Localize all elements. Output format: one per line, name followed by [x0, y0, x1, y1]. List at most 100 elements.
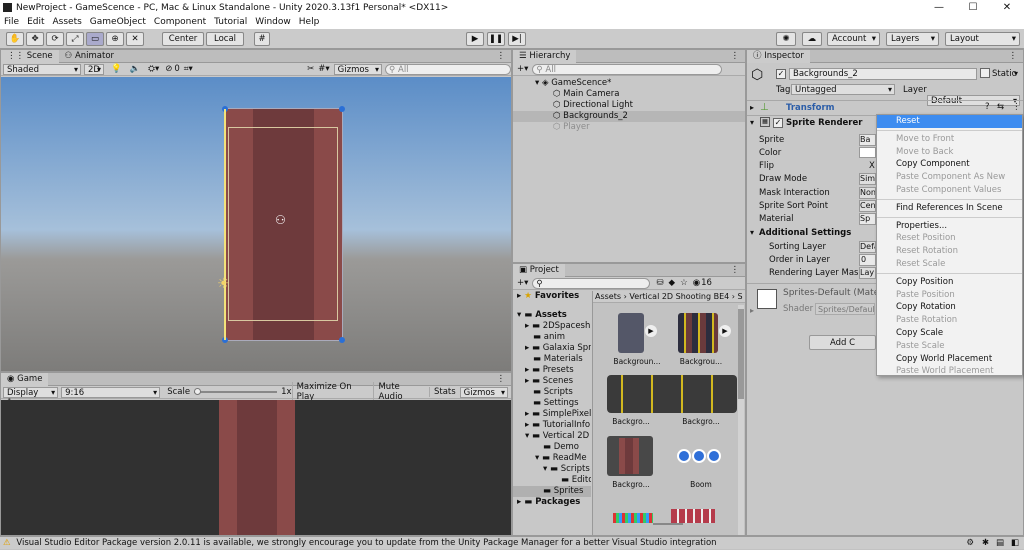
maximize-button[interactable]: ☐ — [956, 0, 990, 15]
expand-arrow-icon[interactable]: ▸ — [525, 376, 532, 386]
mask-interaction-dropdown[interactable]: Non — [859, 187, 876, 199]
menu-help[interactable]: Help — [295, 17, 324, 27]
folder-item[interactable]: ▾ ▬ Scripts — [513, 464, 591, 475]
filter-type-icon[interactable]: ⛁ — [656, 278, 663, 288]
additional-settings-header[interactable]: Additional Settings — [759, 228, 851, 238]
folder-item[interactable]: ▸ ▬ Presets — [513, 365, 591, 376]
pause-button[interactable]: ❚❚ — [487, 32, 505, 46]
lighting-icon[interactable]: 💡 — [111, 64, 122, 74]
game-gizmos-dropdown[interactable]: Gizmos — [459, 386, 508, 398]
audio-icon[interactable]: 🔈 — [130, 64, 141, 74]
close-button[interactable]: ✕ — [990, 0, 1024, 15]
asset-thumbnail-strip[interactable] — [607, 375, 737, 413]
menu-item-paste-scale[interactable]: Paste Scale — [877, 340, 1022, 353]
scene-root-item[interactable]: ▾ ◈ GameScence* — [513, 78, 745, 89]
breadcrumb-item[interactable]: Assets — [595, 292, 621, 301]
layers-dropdown[interactable]: Layers ▾ — [886, 32, 939, 46]
display-dropdown[interactable]: Display 1 — [3, 386, 59, 408]
hand-tool-icon[interactable]: ✋ — [6, 32, 24, 46]
minimize-button[interactable]: — — [922, 0, 956, 15]
object-name-field[interactable]: Backgrounds_2 — [789, 68, 977, 80]
asset-thumbnail[interactable] — [671, 509, 715, 523]
tab-game[interactable]: ◉ Game — [1, 372, 49, 386]
aspect-dropdown[interactable]: 9:16 — [61, 386, 161, 398]
folder-item[interactable]: ▬ Edito — [513, 475, 591, 486]
menu-item-paste-component-values[interactable]: Paste Component Values — [877, 184, 1022, 197]
menu-item-copy-rotation[interactable]: Copy Rotation — [877, 301, 1022, 314]
menu-item-reset-position[interactable]: Reset Position — [877, 232, 1022, 245]
menu-item-reset-scale[interactable]: Reset Scale — [877, 258, 1022, 271]
menu-item-properties[interactable]: Properties... — [877, 220, 1022, 233]
expand-arrow-icon[interactable]: ▾ — [525, 431, 532, 441]
asset-thumbnail[interactable] — [613, 513, 653, 523]
tag-dropdown[interactable]: Untagged — [791, 84, 895, 95]
expand-arrow-icon[interactable]: ▸ — [525, 343, 532, 353]
grid-snap-icon[interactable]: # — [254, 32, 270, 46]
cache-icon[interactable]: ▤ — [996, 537, 1004, 550]
menu-item-paste-position[interactable]: Paste Position — [877, 289, 1022, 302]
folder-item-selected[interactable]: ▬ Sprites — [513, 486, 591, 497]
folder-item[interactable]: ▸ ▬ 2DSpacesh — [513, 321, 591, 332]
transform-header[interactable]: Transform — [786, 103, 835, 113]
asset-thumbnail[interactable] — [678, 313, 718, 353]
tab-scene[interactable]: ⋮⋮ Scene — [1, 49, 59, 63]
expand-arrow-icon[interactable]: ▸ — [525, 365, 532, 375]
scrollbar[interactable] — [738, 305, 744, 535]
breadcrumb-item[interactable]: S — [738, 292, 743, 301]
asset-thumbnail[interactable] — [618, 313, 644, 353]
favorites-item[interactable]: ▸ ★ Favorites — [513, 291, 591, 302]
scene-search-input[interactable]: ⚲ All — [385, 63, 511, 75]
chevron-down-icon[interactable]: ▾ — [1014, 68, 1018, 80]
thumbnail-size-slider[interactable] — [653, 523, 683, 525]
packages-item[interactable]: ▸ ▬ Packages — [513, 497, 591, 508]
rect-handle[interactable] — [339, 106, 345, 112]
folder-item[interactable]: ▾ ▬ Vertical 2D — [513, 431, 591, 442]
component-menu-icon[interactable]: ⋮ — [1012, 102, 1021, 112]
cloud-icon[interactable]: ☁ — [802, 32, 822, 46]
collab-icon[interactable]: ✺ — [776, 32, 796, 46]
scene-gizmos-dropdown[interactable]: Gizmos — [333, 63, 382, 75]
static-checkbox[interactable] — [980, 68, 990, 78]
shading-dropdown[interactable]: Shaded — [3, 63, 81, 75]
scale-slider-thumb[interactable] — [194, 388, 202, 395]
add-component-button[interactable]: Add C — [809, 335, 876, 350]
folder-item[interactable]: ▬ Scripts — [513, 387, 591, 398]
expand-arrow-icon[interactable]: ▸ — [750, 103, 754, 112]
scale-slider[interactable] — [194, 388, 278, 395]
status-message[interactable]: Visual Studio Editor Package version 2.0… — [16, 538, 716, 548]
view-options-icon[interactable]: #▾ — [318, 64, 329, 74]
menu-item-reset-rotation[interactable]: Reset Rotation — [877, 245, 1022, 258]
menu-item-copy-component[interactable]: Copy Component — [877, 158, 1022, 171]
folder-item[interactable]: ▸ ▬ SimplePixel — [513, 409, 591, 420]
pivot-center-button[interactable]: Center — [162, 32, 204, 46]
asset-thumbnail[interactable] — [607, 436, 653, 476]
menu-item-copy-scale[interactable]: Copy Scale — [877, 327, 1022, 340]
folder-item[interactable]: ▸ ▬ TutorialInfo — [513, 420, 591, 431]
favorite-star-icon[interactable]: ☆ — [680, 278, 688, 288]
pivot-local-button[interactable]: Local — [206, 32, 244, 46]
hierarchy-search-input[interactable]: ⚲ All — [532, 63, 723, 75]
tools-icon[interactable]: ✂ — [307, 64, 314, 74]
rect-tool-icon[interactable]: ▭ — [86, 32, 104, 46]
expand-arrow-icon[interactable]: ▸ — [525, 409, 532, 419]
folder-item[interactable]: ▸ ▬ Galaxia Spr — [513, 343, 591, 354]
active-checkbox[interactable]: ✓ — [776, 69, 786, 79]
layout-dropdown[interactable]: Layout ▾ — [945, 32, 1020, 46]
sprite-renderer-enabled-checkbox[interactable]: ✓ — [773, 118, 783, 128]
rendering-layer-mask-dropdown[interactable]: Lay — [859, 267, 876, 279]
menu-item-find-references[interactable]: Find References In Scene — [877, 202, 1022, 215]
maximize-on-play-toggle[interactable]: Maximize On Play — [291, 382, 374, 402]
menu-item-paste-rotation[interactable]: Paste Rotation — [877, 314, 1022, 327]
menu-item-paste-world-placement[interactable]: Paste World Placement — [877, 365, 1022, 378]
menu-window[interactable]: Window — [251, 17, 295, 27]
project-search-input[interactable]: ⚲ — [532, 277, 651, 289]
camera-settings-icon[interactable]: ⌗▾ — [184, 64, 193, 74]
mute-audio-toggle[interactable]: Mute Audio — [373, 382, 429, 402]
flip-x-value[interactable]: X — [869, 160, 875, 172]
stats-toggle[interactable]: Stats — [428, 387, 460, 397]
tab-hierarchy[interactable]: ☰ Hierarchy — [513, 49, 577, 63]
folder-item[interactable]: ▬ anim — [513, 332, 591, 343]
help-icon[interactable]: ? — [985, 102, 990, 112]
material-field[interactable]: Sp — [859, 213, 876, 225]
boom-sprite-preview[interactable] — [677, 449, 723, 463]
